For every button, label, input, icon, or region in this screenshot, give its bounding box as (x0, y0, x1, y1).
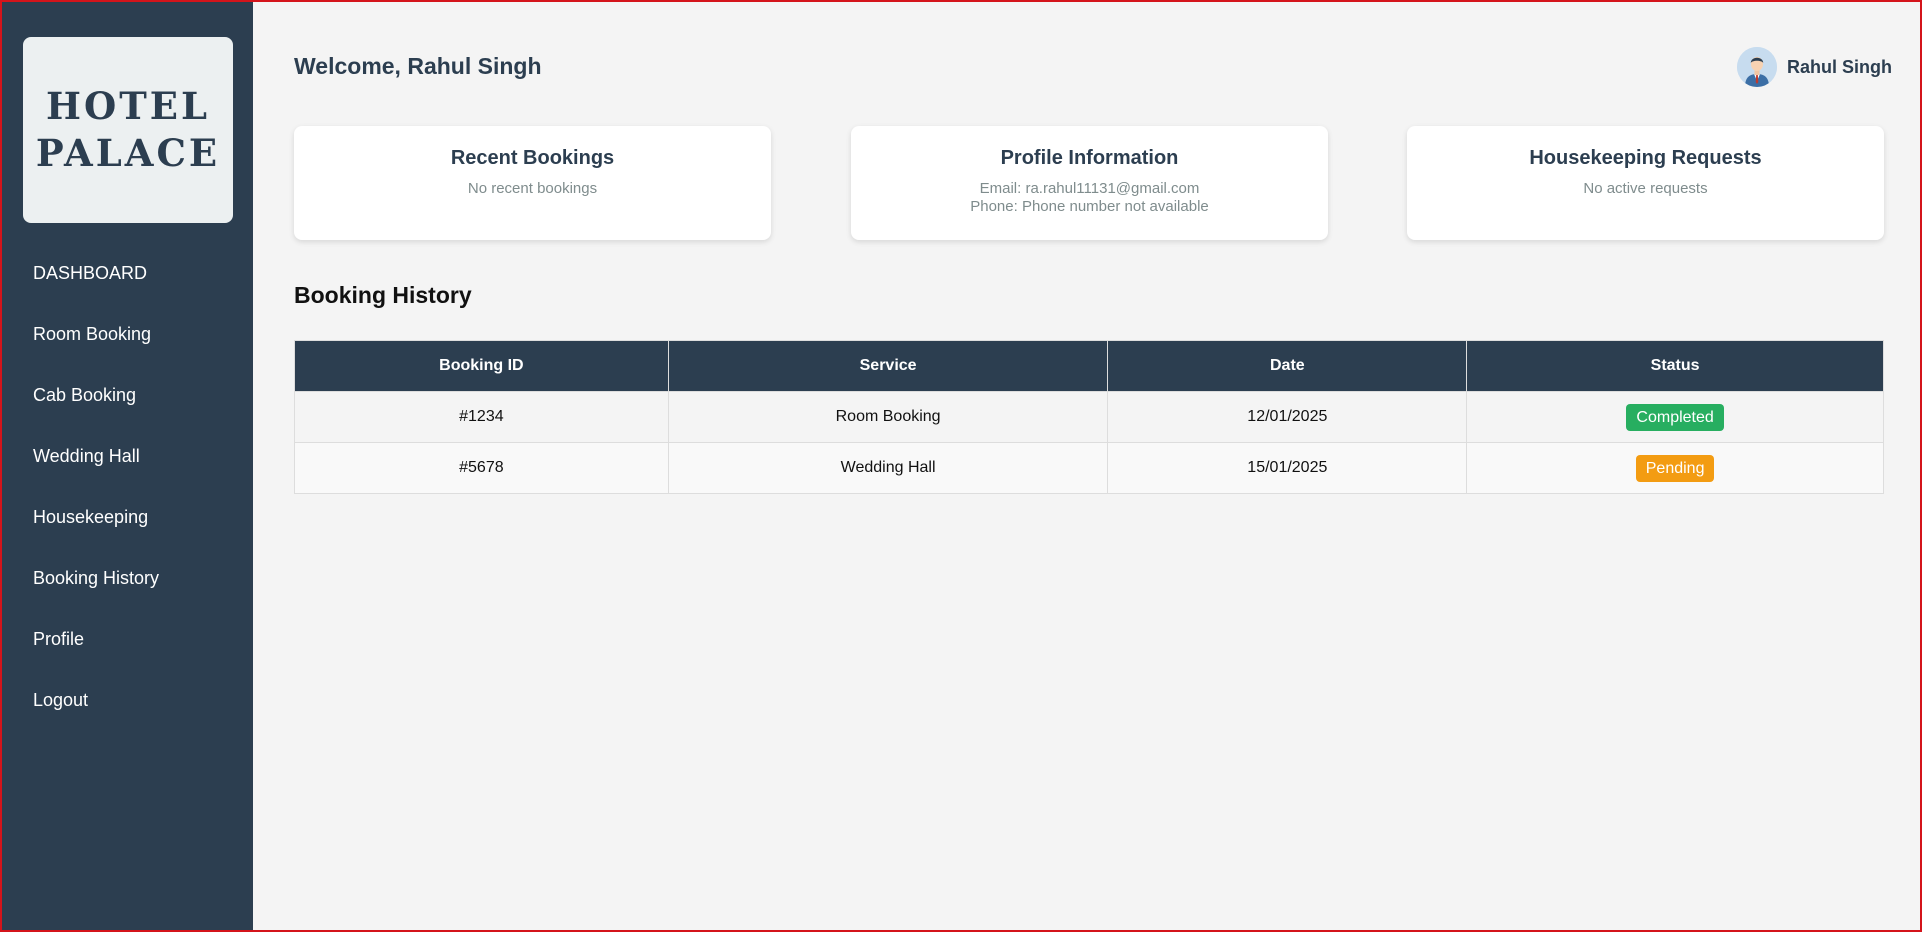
sidebar-item-dashboard[interactable]: DASHBOARD (2, 243, 253, 304)
column-header-booking-id: Booking ID (294, 340, 669, 392)
housekeeping-requests-card: Housekeeping Requests No active requests (1407, 126, 1884, 240)
table-header-row: Booking ID Service Date Status (294, 340, 1884, 392)
card-title: Housekeeping Requests (1529, 147, 1762, 169)
recent-bookings-card: Recent Bookings No recent bookings (294, 126, 771, 240)
sidebar-item-profile[interactable]: Profile (2, 609, 253, 670)
column-header-service: Service (667, 340, 1109, 392)
sidebar: HOTEL PALACE DASHBOARD Room Booking Cab … (2, 2, 253, 930)
column-header-date: Date (1107, 340, 1468, 392)
date-cell: 15/01/2025 (1107, 442, 1468, 494)
profile-email: Email: ra.rahul11131@gmail.com (979, 180, 1200, 197)
profile-information-card: Profile Information Email: ra.rahul11131… (851, 126, 1328, 240)
sidebar-item-logout[interactable]: Logout (2, 670, 253, 731)
booking-id-cell: #5678 (294, 442, 669, 494)
user-name[interactable]: Rahul Singh (1787, 57, 1892, 78)
booking-history-title: Booking History (294, 282, 472, 308)
welcome-heading: Welcome, Rahul Singh (294, 53, 542, 79)
main-content: Welcome, Rahul Singh Rahul Singh Recent … (253, 2, 1920, 930)
service-cell: Room Booking (667, 391, 1109, 443)
date-cell: 12/01/2025 (1107, 391, 1468, 443)
sidebar-item-room-booking[interactable]: Room Booking (2, 304, 253, 365)
sidebar-item-wedding-hall[interactable]: Wedding Hall (2, 426, 253, 487)
column-header-status: Status (1466, 340, 1884, 392)
user-profile[interactable]: Rahul Singh (1737, 47, 1892, 87)
service-cell: Wedding Hall (667, 442, 1109, 494)
card-text: No recent bookings (467, 180, 598, 197)
logo-text: HOTEL PALACE (35, 84, 221, 175)
booking-id-cell: #1234 (294, 391, 669, 443)
user-avatar-icon[interactable] (1737, 47, 1777, 87)
status-badge: Completed (1626, 403, 1724, 431)
sidebar-item-booking-history[interactable]: Booking History (2, 548, 253, 609)
card-text: No active requests (1583, 180, 1708, 197)
sidebar-item-housekeeping[interactable]: Housekeeping (2, 487, 253, 548)
table-row: #5678 Wedding Hall 15/01/2025 Pending (294, 442, 1884, 494)
sidebar-nav: DASHBOARD Room Booking Cab Booking Weddi… (2, 243, 253, 731)
status-cell: Pending (1466, 442, 1884, 494)
profile-phone: Phone: Phone number not available (970, 198, 1209, 215)
booking-history-table: Booking ID Service Date Status #1234 Roo… (294, 340, 1884, 494)
sidebar-item-cab-booking[interactable]: Cab Booking (2, 365, 253, 426)
logo[interactable]: HOTEL PALACE (23, 37, 233, 223)
card-title: Recent Bookings (450, 147, 615, 169)
status-badge: Pending (1635, 454, 1715, 482)
card-title: Profile Information (1000, 147, 1179, 169)
table-row: #1234 Room Booking 12/01/2025 Completed (294, 391, 1884, 443)
status-cell: Completed (1466, 391, 1884, 443)
